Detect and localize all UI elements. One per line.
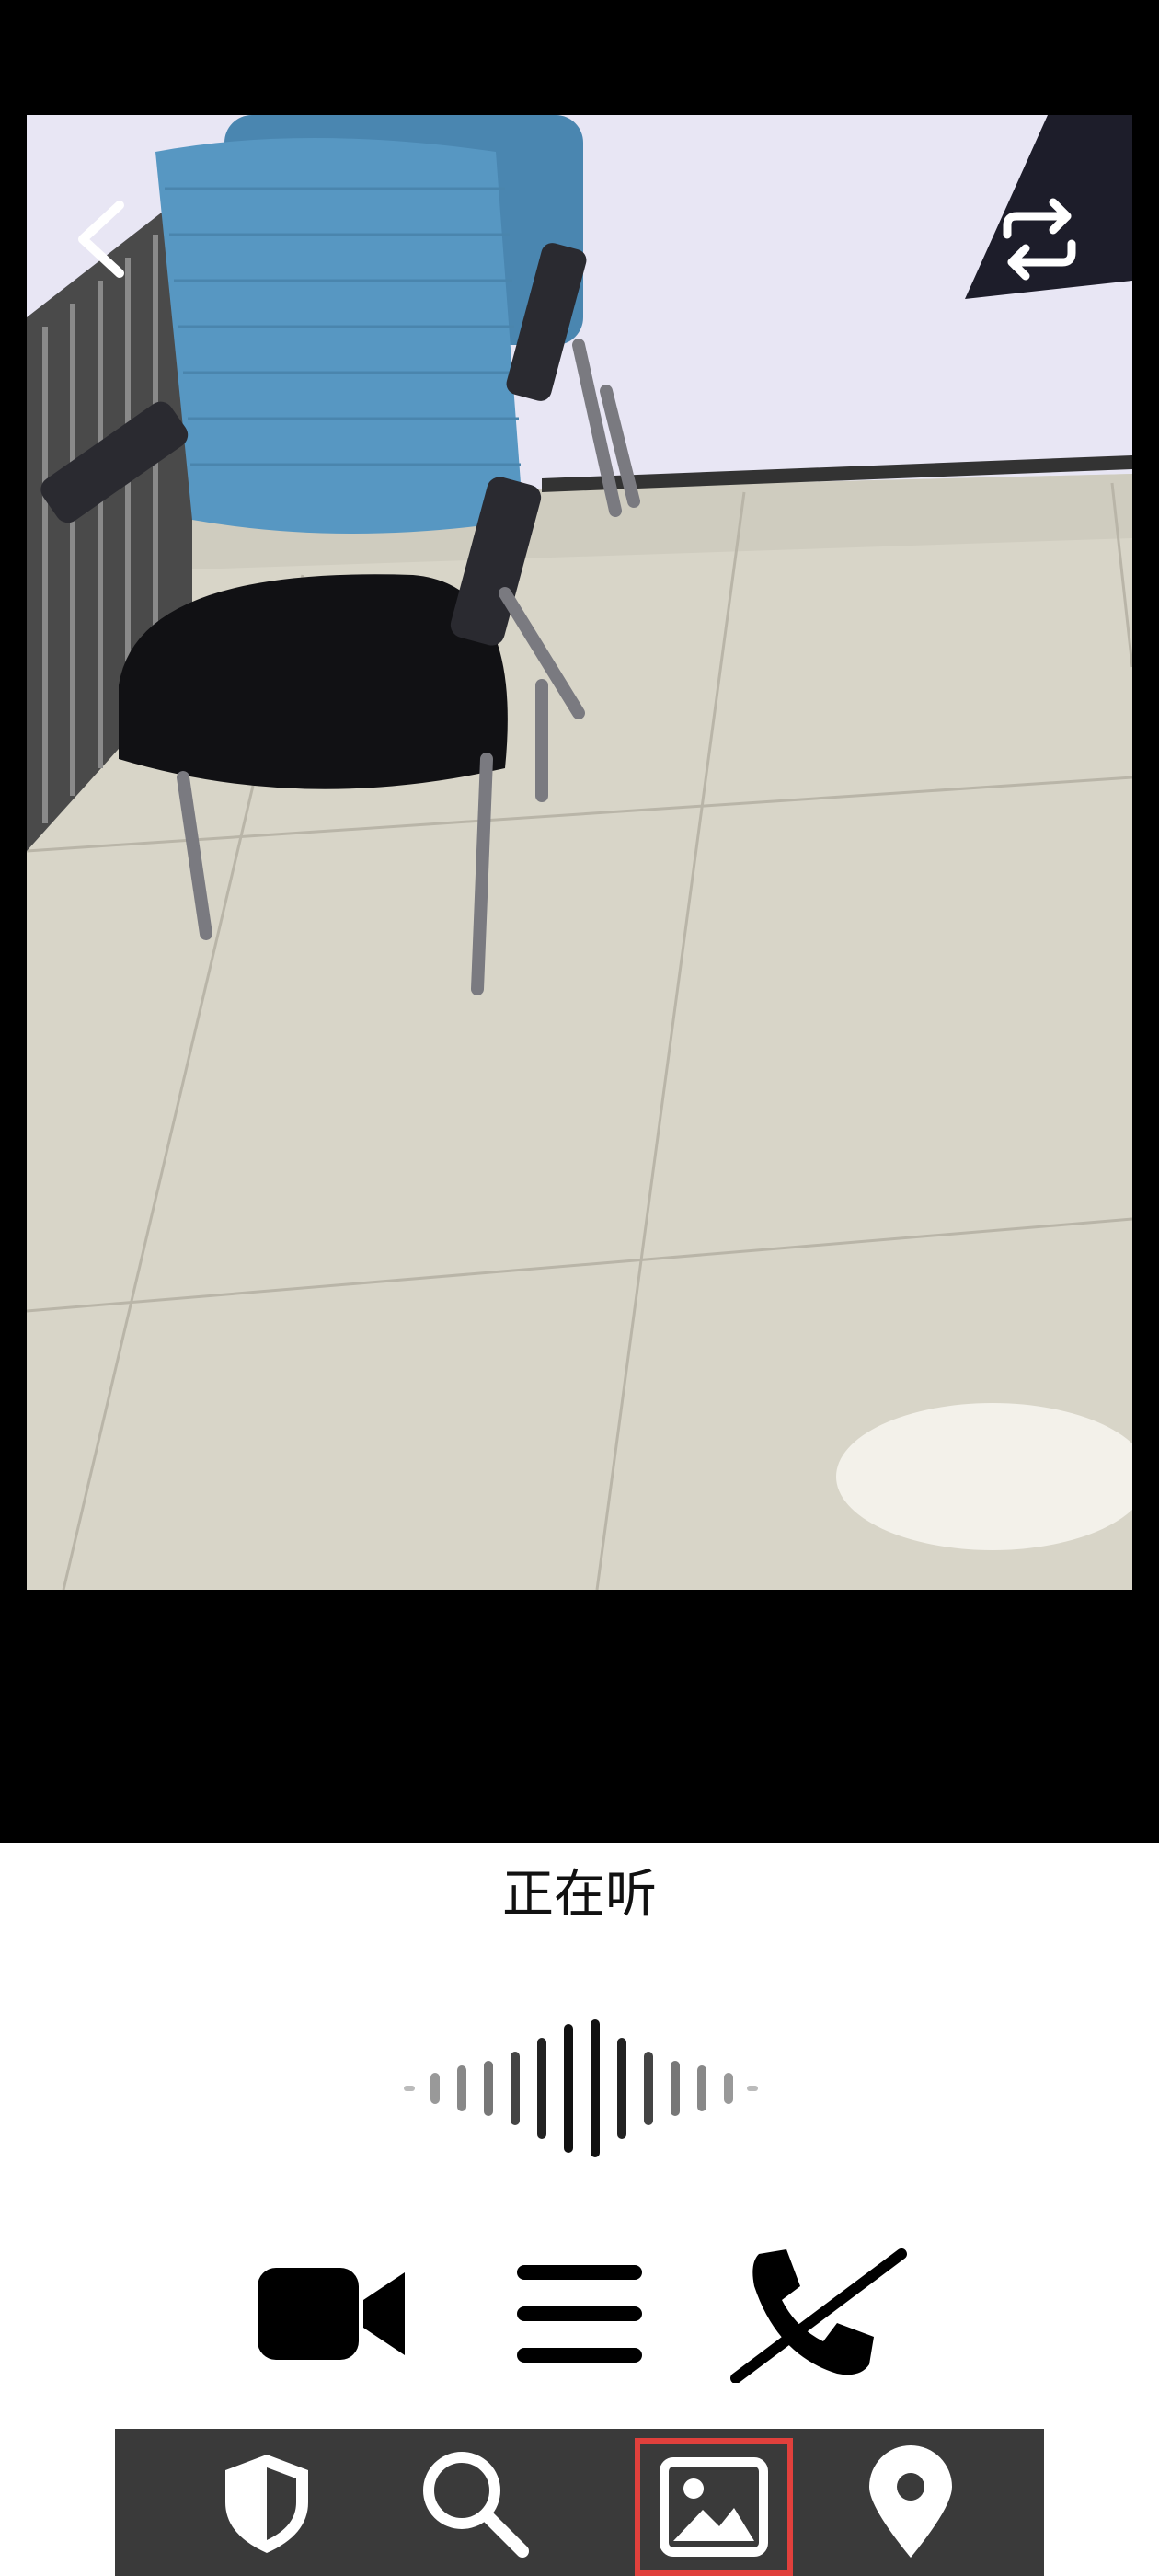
phone-off-icon [730,2248,907,2383]
call-controls [0,2245,1159,2383]
nav-image[interactable] [635,2438,793,2576]
bottom-navigation [115,2429,1044,2576]
camera-area [0,0,1159,1843]
search-icon [423,2452,529,2558]
video-camera-icon [258,2268,405,2360]
back-button[interactable] [51,189,152,290]
location-pin-icon [869,2445,952,2558]
voice-waveform [0,2015,1159,2162]
hang-up-button[interactable] [717,2245,920,2383]
menu-icon [517,2265,642,2363]
camera-preview [27,115,1132,1590]
switch-camera-icon [1003,198,1076,281]
nav-search[interactable] [391,2429,557,2576]
switch-camera-button[interactable] [989,189,1090,290]
image-icon [660,2457,768,2557]
nav-location[interactable] [828,2429,993,2576]
waveform-icon [404,2019,758,2157]
video-toggle-button[interactable] [244,2245,419,2383]
camera-preview-image [27,115,1132,1590]
chevron-left-icon [78,201,124,278]
menu-button[interactable] [501,2245,658,2383]
shield-icon [225,2455,308,2553]
nav-security[interactable] [184,2429,350,2576]
listening-status: 正在听 [502,1865,657,1925]
